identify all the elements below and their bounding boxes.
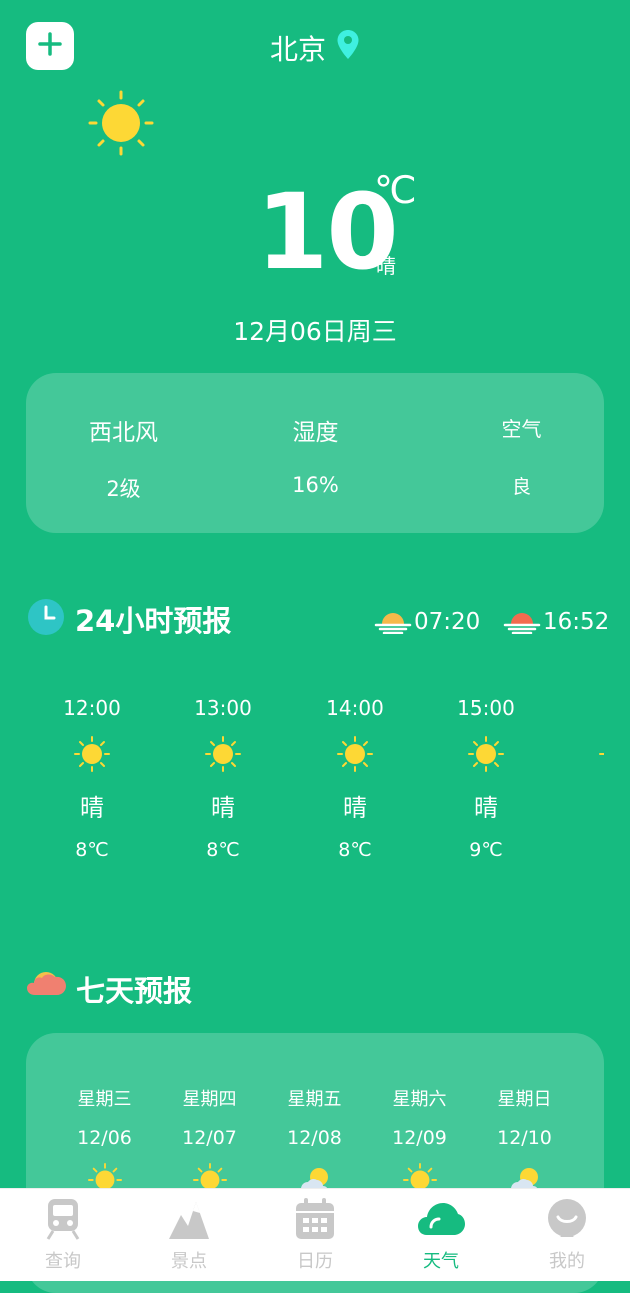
tab-mine[interactable]: 我的 bbox=[504, 1197, 630, 1273]
current-condition: 晴 bbox=[376, 254, 396, 278]
hour-time: 13:00 bbox=[194, 696, 252, 720]
humidity-value: 16% bbox=[292, 473, 339, 497]
sunrise-label: 07:20 bbox=[414, 609, 481, 635]
day-date: 12/09 bbox=[392, 1127, 447, 1149]
tab-weather[interactable]: 天气 bbox=[378, 1197, 504, 1273]
sunset-time: 16:52 bbox=[503, 604, 609, 640]
wind-value: 2级 bbox=[106, 477, 141, 501]
day-date: 12/08 bbox=[287, 1127, 342, 1149]
daily-item: 星期日 12/10 bbox=[472, 1085, 577, 1201]
train-icon bbox=[43, 1199, 83, 1245]
sunrise-icon bbox=[374, 604, 412, 640]
sun-icon bbox=[551, 736, 604, 772]
hour-temperature: 9℃ bbox=[469, 839, 503, 861]
profile-icon bbox=[546, 1199, 588, 1245]
hour-temperature: 8℃ bbox=[75, 839, 109, 861]
sun-icon bbox=[157, 736, 289, 772]
daily-item: 星期三 12/06 bbox=[52, 1085, 157, 1201]
day-date: 12/06 bbox=[77, 1127, 132, 1149]
sunrise-time: 07:20 bbox=[374, 604, 480, 640]
air-value: 良 bbox=[511, 476, 531, 498]
calendar-icon bbox=[294, 1198, 336, 1245]
day-date: 12/10 bbox=[497, 1127, 552, 1149]
tab-query[interactable]: 查询 bbox=[0, 1197, 126, 1273]
daily-item: 星期六 12/09 bbox=[367, 1085, 472, 1201]
hour-time: 14:00 bbox=[326, 696, 384, 720]
tab-label: 景点 bbox=[171, 1251, 207, 1272]
humidity-label: 湿度 bbox=[292, 420, 339, 446]
air-label: 空气 bbox=[501, 417, 542, 441]
hour-condition: 晴 bbox=[80, 794, 104, 822]
city-header[interactable]: 北京 bbox=[0, 28, 630, 68]
temperature-unit: ℃ bbox=[374, 168, 417, 212]
tab-scenic[interactable]: 景点 bbox=[126, 1197, 252, 1273]
sunset-label: 16:52 bbox=[543, 609, 610, 635]
location-pin-icon bbox=[336, 29, 360, 68]
sun-icon bbox=[26, 736, 158, 772]
cloud-sun-icon bbox=[26, 966, 68, 1008]
tab-label: 天气 bbox=[423, 1251, 459, 1272]
day-name: 星期四 bbox=[182, 1089, 237, 1110]
daily-item: 星期四 12/07 bbox=[157, 1085, 262, 1201]
mountain-icon bbox=[167, 1202, 211, 1245]
weather-info-card: 西北风 2级 湿度 16% 空气 良 bbox=[26, 373, 604, 533]
tab-label: 我的 bbox=[549, 1251, 585, 1272]
hourly-item: 12:00 晴 8℃ bbox=[26, 696, 158, 861]
tab-calendar[interactable]: 日历 bbox=[252, 1197, 378, 1273]
sun-icon bbox=[88, 90, 154, 160]
daily-item: 星期五 12/08 bbox=[262, 1085, 367, 1201]
sun-icon bbox=[420, 736, 552, 772]
weekly-forecast-title: 七天预报 bbox=[76, 974, 193, 1008]
air-info: 空气 良 bbox=[464, 413, 579, 499]
hour-condition: 晴 bbox=[211, 794, 235, 822]
hour-time: 1 bbox=[551, 696, 604, 720]
hourly-item: 13:00 晴 8℃ bbox=[157, 696, 289, 861]
hour-time: 15:00 bbox=[457, 696, 515, 720]
hourly-forecast-list[interactable]: 12:00 晴 8℃ 13:00 晴 8℃ 14:00 晴 8℃ 15:00 晴… bbox=[26, 696, 604, 886]
wind-info: 西北风 2级 bbox=[66, 413, 181, 503]
day-name: 星期六 bbox=[392, 1089, 447, 1110]
tab-label: 日历 bbox=[297, 1251, 333, 1272]
city-name: 北京 bbox=[269, 33, 326, 66]
day-date: 12/07 bbox=[182, 1127, 237, 1149]
hourly-item: 15:00 晴 9℃ bbox=[420, 696, 552, 861]
humidity-info: 湿度 16% bbox=[258, 413, 373, 497]
cloud-icon bbox=[417, 1203, 465, 1245]
hour-time: 12:00 bbox=[63, 696, 121, 720]
hourly-forecast-title: 24小时预报 bbox=[75, 604, 232, 638]
day-name: 星期三 bbox=[77, 1089, 132, 1110]
sunset-icon bbox=[503, 604, 541, 640]
hourly-item: 1 bbox=[551, 696, 604, 788]
hourly-item: 14:00 晴 8℃ bbox=[289, 696, 421, 861]
hour-temperature: 8℃ bbox=[338, 839, 372, 861]
hour-condition: 晴 bbox=[474, 794, 498, 822]
hour-condition: 晴 bbox=[343, 794, 367, 822]
day-name: 星期日 bbox=[497, 1089, 552, 1110]
bottom-tab-bar: 查询 景点 日历 天气 我的 bbox=[0, 1188, 630, 1281]
day-name: 星期五 bbox=[287, 1089, 342, 1110]
sun-icon bbox=[289, 736, 421, 772]
wind-label: 西北风 bbox=[89, 420, 158, 446]
hour-temperature: 8℃ bbox=[206, 839, 240, 861]
tab-label: 查询 bbox=[45, 1251, 81, 1272]
clock-icon bbox=[27, 598, 65, 640]
current-date: 12月06日周三 bbox=[233, 317, 397, 346]
